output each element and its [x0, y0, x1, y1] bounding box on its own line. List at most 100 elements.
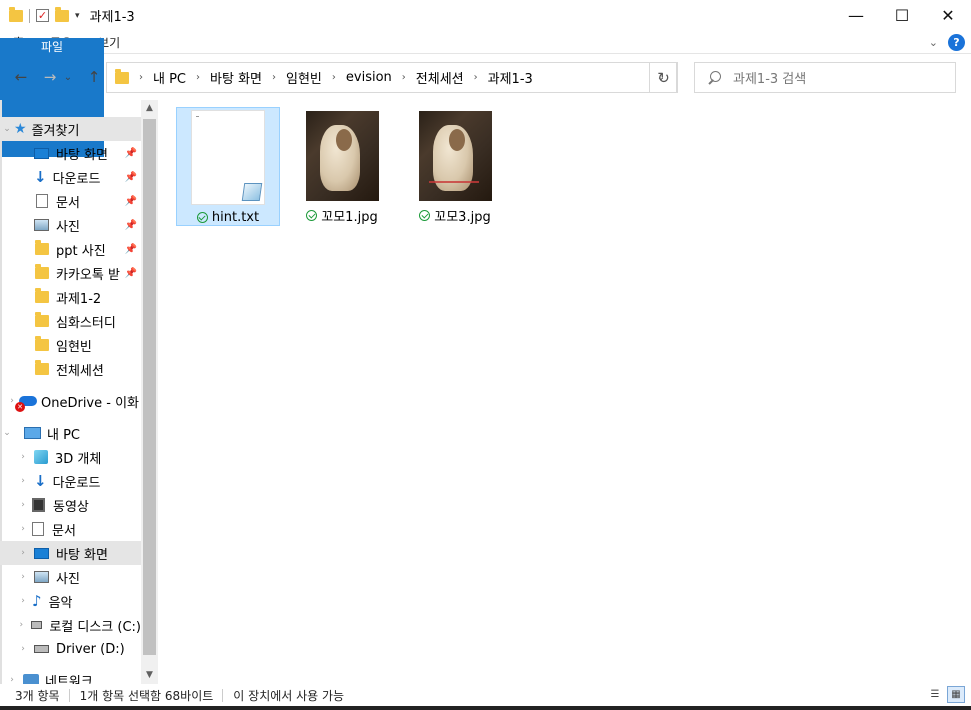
- chevron-down-icon[interactable]: ⌄: [0, 124, 14, 134]
- back-button[interactable]: ←: [9, 65, 33, 89]
- chevron-right-icon[interactable]: ›: [5, 675, 19, 684]
- sidebar-item-label: Driver (D:): [56, 641, 125, 657]
- pin-icon[interactable]: 📌: [125, 196, 137, 207]
- chevron-right-icon[interactable]: ›: [16, 644, 30, 654]
- breadcrumb-all-sessions[interactable]: 전체세션: [416, 68, 464, 87]
- chevron-right-icon[interactable]: ›: [16, 524, 30, 534]
- sidebar-this-pc[interactable]: ⌄ 내 PC: [0, 421, 141, 445]
- sidebar-network[interactable]: › 네트워크: [0, 668, 141, 684]
- details-view-icon[interactable]: ☰: [926, 686, 944, 703]
- sidebar-item-3d-objects[interactable]: › 3D 개체: [0, 445, 141, 469]
- sidebar-item-pc-pictures[interactable]: › 사진: [0, 565, 141, 589]
- help-icon[interactable]: ?: [948, 34, 965, 51]
- sidebar-item-assignment-1-2[interactable]: 과제1-2: [0, 285, 141, 309]
- refresh-button[interactable]: ↻: [649, 62, 678, 93]
- maximize-button[interactable]: ☐: [879, 0, 925, 31]
- availability-status: 이 장치에서 사용 가능: [222, 687, 354, 704]
- file-name: 꼬모1.jpg: [321, 210, 378, 225]
- file-item[interactable]: hint.txt: [176, 107, 280, 226]
- file-item[interactable]: 꼬모1.jpg: [290, 107, 394, 226]
- sidebar-item-label: 사진: [56, 219, 80, 235]
- sidebar-item-downloads[interactable]: ↓ 다운로드 📌: [0, 165, 141, 189]
- sidebar-item-pc-documents[interactable]: › 문서: [0, 517, 141, 541]
- new-folder-icon[interactable]: [55, 6, 69, 22]
- breadcrumb-evision[interactable]: evision: [346, 70, 392, 85]
- chevron-right-icon[interactable]: ›: [332, 72, 336, 83]
- pin-icon[interactable]: 📌: [125, 244, 137, 255]
- chevron-down-icon[interactable]: ⌄: [0, 428, 14, 438]
- sidebar-quick-access[interactable]: ⌄ ★ 즐겨찾기: [0, 117, 141, 141]
- computer-icon: [24, 427, 41, 439]
- sidebar-item-label: 문서: [56, 195, 80, 211]
- document-icon: [36, 194, 48, 208]
- chevron-right-icon[interactable]: ›: [272, 72, 276, 83]
- sidebar-item-label: 사진: [56, 571, 80, 587]
- chevron-right-icon[interactable]: ›: [402, 72, 406, 83]
- pin-icon[interactable]: 📌: [125, 268, 137, 279]
- sidebar-item-ppt-pictures[interactable]: ppt 사진 📌: [0, 237, 141, 261]
- scroll-up-icon[interactable]: ▲: [141, 100, 158, 117]
- file-list[interactable]: hint.txt 꼬모1.jpg 꼬모3.jpg: [158, 100, 971, 684]
- chevron-right-icon[interactable]: ›: [16, 548, 30, 558]
- breadcrumb-user-folder[interactable]: 임현빈: [286, 68, 322, 87]
- pin-icon[interactable]: 📌: [125, 220, 137, 231]
- sidebar-item-user-folder[interactable]: 임현빈: [0, 333, 141, 357]
- recent-locations-icon[interactable]: ⌄: [60, 65, 76, 89]
- minimize-button[interactable]: —: [833, 0, 879, 31]
- sidebar-item-label: 심화스터디: [56, 315, 116, 331]
- sidebar-item-kakaotalk[interactable]: 카카오톡 받 📌: [0, 261, 141, 285]
- sidebar-item-desktop[interactable]: 바탕 화면 📌: [0, 141, 141, 165]
- breadcrumb-this-pc[interactable]: 내 PC: [153, 68, 186, 87]
- pin-icon[interactable]: 📌: [125, 148, 137, 159]
- download-icon: ↓: [34, 168, 47, 186]
- file-item[interactable]: 꼬모3.jpg: [403, 107, 507, 226]
- up-button[interactable]: ↑: [82, 65, 106, 89]
- chevron-right-icon[interactable]: ›: [16, 620, 27, 630]
- sidebar-item-documents[interactable]: 문서 📌: [0, 189, 141, 213]
- sidebar-item-pc-desktop[interactable]: › 바탕 화면: [0, 541, 141, 565]
- expand-ribbon-icon[interactable]: ⌄: [929, 36, 938, 49]
- chevron-right-icon[interactable]: ›: [16, 596, 30, 606]
- chevron-right-icon[interactable]: ›: [474, 72, 478, 83]
- breadcrumb-current[interactable]: 과제1-3: [488, 68, 533, 87]
- error-icon: ✕: [15, 402, 25, 412]
- navigation-scrollbar[interactable]: ▲ ▼: [141, 100, 158, 684]
- properties-icon[interactable]: ✓: [36, 9, 49, 22]
- sidebar-item-advanced-study[interactable]: 심화스터디: [0, 309, 141, 333]
- breadcrumb-desktop[interactable]: 바탕 화면: [210, 68, 262, 87]
- sidebar-item-music[interactable]: › ♪ 음악: [0, 589, 141, 613]
- network-icon: [23, 674, 39, 684]
- sidebar-item-all-sessions[interactable]: 전체세션: [0, 357, 141, 381]
- chevron-right-icon[interactable]: ›: [196, 72, 200, 83]
- large-icons-view-icon[interactable]: ▦: [947, 686, 965, 703]
- sidebar-item-local-disk[interactable]: › 로컬 디스크 (C:): [0, 613, 141, 637]
- address-bar[interactable]: › 내 PC › 바탕 화면 › 임현빈 › evision › 전체세션 › …: [106, 62, 677, 93]
- sync-ok-icon: [419, 210, 431, 221]
- customize-toolbar-icon[interactable]: ▾: [75, 11, 80, 21]
- search-box[interactable]: 과제1-3 검색: [694, 62, 956, 93]
- sidebar-item-label: 다운로드: [52, 475, 101, 491]
- chevron-right-icon[interactable]: ›: [16, 476, 30, 486]
- chevron-right-icon[interactable]: ›: [16, 452, 30, 462]
- chevron-right-icon[interactable]: ›: [16, 500, 30, 510]
- sidebar-item-videos[interactable]: › 동영상: [0, 493, 141, 517]
- sidebar-item-label: 내 PC: [47, 427, 81, 443]
- sidebar-item-pc-downloads[interactable]: › ↓ 다운로드: [0, 469, 141, 493]
- forward-button[interactable]: →: [38, 65, 62, 89]
- close-button[interactable]: ✕: [925, 0, 971, 31]
- sidebar-item-label: 즐겨찾기: [31, 123, 80, 139]
- sidebar-item-label: 바탕 화면: [56, 147, 108, 163]
- sidebar-onedrive[interactable]: › ✕ OneDrive - 이화: [0, 389, 141, 413]
- star-icon: ★: [14, 121, 27, 137]
- scroll-down-icon[interactable]: ▼: [141, 667, 158, 684]
- sidebar-item-pictures[interactable]: 사진 📌: [0, 213, 141, 237]
- pin-icon[interactable]: 📌: [125, 172, 137, 183]
- folder-icon: [35, 288, 49, 303]
- scrollbar-thumb[interactable]: [143, 119, 156, 655]
- file-name-row: 꼬모1.jpg: [306, 206, 378, 225]
- file-name: 꼬모3.jpg: [434, 210, 491, 225]
- file-name-row: 꼬모3.jpg: [419, 206, 491, 225]
- chevron-right-icon[interactable]: ›: [16, 572, 30, 582]
- chevron-right-icon[interactable]: ›: [139, 72, 143, 83]
- sidebar-item-driver-d[interactable]: › Driver (D:): [0, 637, 141, 661]
